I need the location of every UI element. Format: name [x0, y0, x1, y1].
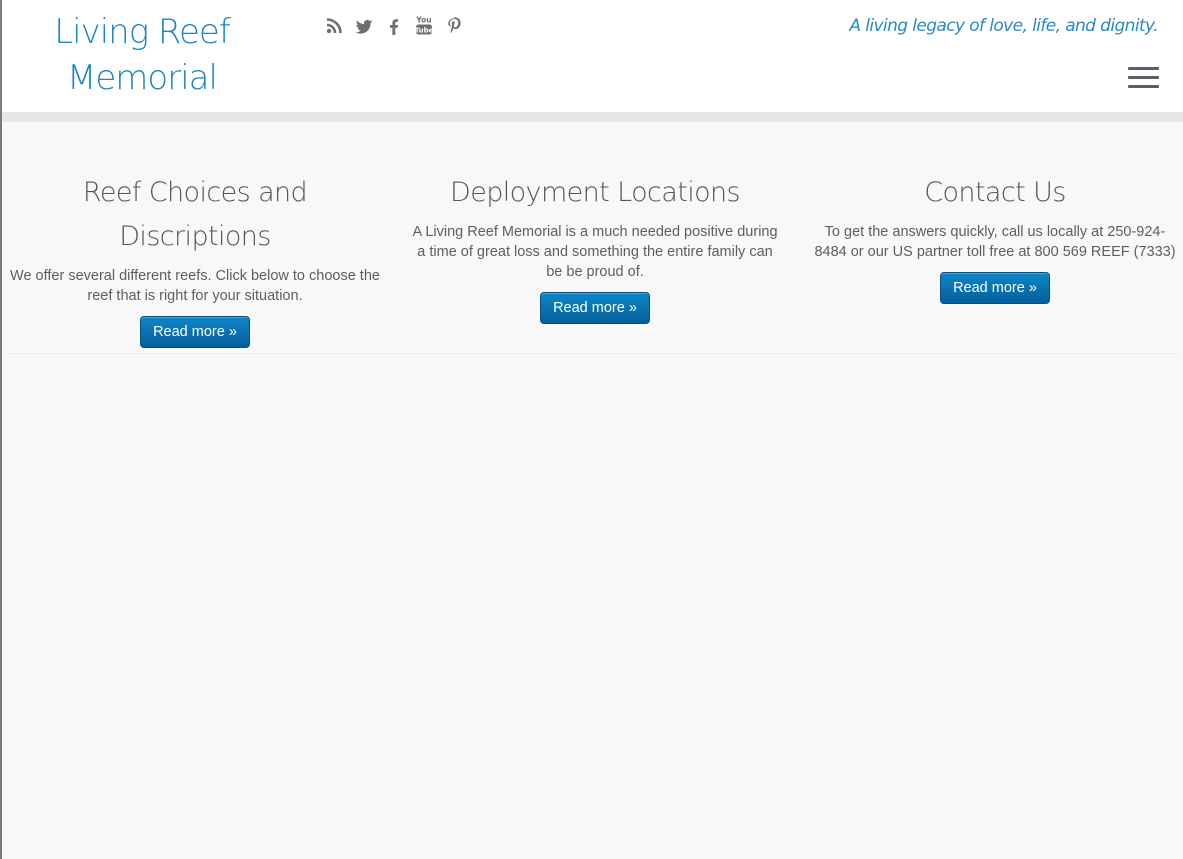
featured-text: To get the answers quickly, call us loca… — [814, 224, 1176, 260]
featured-reef-choices: Reef Choices and Discriptions We offer s… — [10, 171, 380, 348]
featured-title: Reef Choices and Discriptions — [82, 177, 308, 252]
menu-bar-icon — [1128, 85, 1159, 88]
facebook-icon[interactable] — [384, 14, 404, 38]
featured-deployment-locations: Deployment Locations A Living Reef Memor… — [410, 171, 780, 324]
featured-contact-us: Contact Us To get the answers quickly, c… — [810, 171, 1180, 304]
rss-icon[interactable] — [324, 14, 344, 38]
content-divider — [8, 353, 1180, 354]
featured-title: Contact Us — [924, 177, 1066, 208]
social-links: You Tube — [324, 14, 464, 38]
site-tagline: A living legacy of love, life, and digni… — [849, 16, 1158, 36]
site-header: Living Reef Memorial You Tube A living l… — [2, 0, 1183, 112]
site-logo[interactable]: Living Reef Memorial — [22, 9, 262, 101]
read-more-button[interactable]: Read more » — [940, 272, 1050, 304]
featured-title: Deployment Locations — [450, 177, 741, 208]
read-more-button[interactable]: Read more » — [540, 292, 650, 324]
menu-toggle-button[interactable] — [1128, 67, 1159, 89]
menu-bar-icon — [1128, 67, 1159, 70]
read-more-button[interactable]: Read more » — [140, 316, 250, 348]
featured-text: A Living Reef Memorial is a much needed … — [412, 224, 778, 280]
svg-text:You: You — [415, 16, 431, 25]
menu-bar-icon — [1128, 76, 1159, 79]
featured-text: We offer several different reefs. Click … — [10, 268, 380, 304]
window-edge — [0, 0, 2, 859]
youtube-icon[interactable]: You Tube — [414, 14, 434, 38]
svg-text:Tube: Tube — [415, 26, 434, 34]
header-separator-bar — [2, 112, 1183, 122]
pinterest-icon[interactable] — [444, 14, 464, 38]
twitter-icon[interactable] — [354, 14, 374, 38]
